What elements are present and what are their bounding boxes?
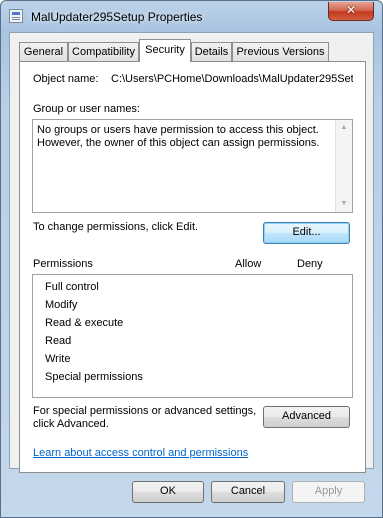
no-permission-message-line1: No groups or users have permission to ac… xyxy=(37,124,319,136)
object-name-label: Object name: xyxy=(33,73,99,85)
permission-read-execute: Read & execute xyxy=(45,317,124,329)
properties-window-icon xyxy=(9,9,23,23)
tab-security[interactable]: Security xyxy=(139,39,191,62)
edit-button-label: Edit... xyxy=(292,226,321,238)
advanced-text-line2: click Advanced. xyxy=(33,418,109,430)
tab-compatibility-label: Compatibility xyxy=(72,46,135,58)
tab-general[interactable]: General xyxy=(19,42,68,61)
permission-modify: Modify xyxy=(45,299,78,311)
apply-button-label: Apply xyxy=(314,485,343,497)
ok-button-label: OK xyxy=(160,485,176,497)
permissions-list: Full control Modify Read & execute Read … xyxy=(32,274,353,398)
group-or-user-names-list[interactable]: No groups or users have permission to ac… xyxy=(32,119,353,213)
tab-details[interactable]: Details xyxy=(191,42,232,61)
scroll-down-arrow-icon[interactable]: ▼ xyxy=(336,196,352,212)
cancel-button-label: Cancel xyxy=(230,485,266,497)
title-bar[interactable]: MalUpdater295Setup Properties ✕ xyxy=(1,1,382,31)
scroll-up-arrow-icon[interactable]: ▲ xyxy=(336,120,352,136)
deny-column-header: Deny xyxy=(297,258,323,270)
access-control-help-link[interactable]: Learn about access control and permissio… xyxy=(33,447,248,459)
no-permission-message-line2: However, the owner of this object can as… xyxy=(37,137,320,149)
tab-details-label: Details xyxy=(194,46,229,58)
close-icon: ✕ xyxy=(345,3,357,17)
tab-previous-versions-label: Previous Versions xyxy=(236,46,325,58)
change-permissions-text: To change permissions, click Edit. xyxy=(33,221,199,233)
properties-window: MalUpdater295Setup Properties ✕ General … xyxy=(0,0,383,518)
permission-write: Write xyxy=(45,353,71,365)
advanced-button[interactable]: Advanced xyxy=(263,406,350,428)
close-button[interactable]: ✕ xyxy=(328,2,374,21)
tab-security-label: Security xyxy=(145,44,185,56)
apply-button[interactable]: Apply xyxy=(292,481,365,503)
allow-column-header: Allow xyxy=(235,258,262,270)
tab-general-label: General xyxy=(23,46,64,58)
tab-compatibility[interactable]: Compatibility xyxy=(68,42,139,61)
object-name-value: C:\Users\PCHome\Downloads\MalUpdater295S… xyxy=(111,73,353,85)
group-list-scrollbar[interactable]: ▲ ▼ xyxy=(335,120,352,212)
permission-full-control: Full control xyxy=(45,281,99,293)
cancel-button[interactable]: Cancel xyxy=(211,481,285,503)
ok-button[interactable]: OK xyxy=(132,481,204,503)
advanced-button-label: Advanced xyxy=(282,410,331,422)
permission-read: Read xyxy=(45,335,72,347)
permission-special: Special permissions xyxy=(45,371,143,383)
permissions-header: Permissions xyxy=(33,258,93,270)
window-title: MalUpdater295Setup Properties xyxy=(31,10,203,24)
tab-previous-versions[interactable]: Previous Versions xyxy=(232,42,329,61)
group-or-user-names-label: Group or user names: xyxy=(33,103,140,115)
advanced-text-line1: For special permissions or advanced sett… xyxy=(33,405,257,417)
edit-button[interactable]: Edit... xyxy=(263,222,350,244)
